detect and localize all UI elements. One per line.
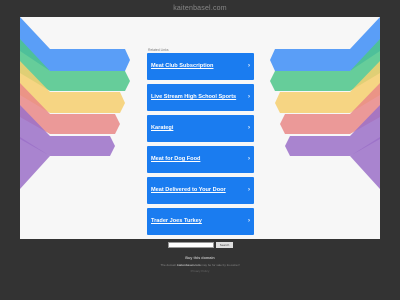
link-meat-delivered-to-your-door[interactable]: Meat Delivered to Your Door ›	[147, 177, 254, 204]
link-label: Meat Club Subscription	[151, 63, 214, 69]
chevron-right-icon: ›	[248, 187, 250, 193]
link-label: Trader Joes Turkey	[151, 218, 202, 224]
buy-domain-text: The domain kaitenbasel.com may be for sa…	[0, 263, 400, 267]
link-label: Karategi	[151, 125, 174, 131]
link-meat-club-subscription[interactable]: Meat Club Subscription ›	[147, 53, 254, 80]
parking-panel: Related Links Meat Club Subscription › L…	[20, 17, 380, 239]
buy-text-after: may be for sale by its owner!	[201, 263, 240, 267]
link-meat-for-dog-food[interactable]: Meat for Dog Food ›	[147, 146, 254, 173]
privacy-policy-link[interactable]: Privacy Policy	[0, 269, 400, 273]
buy-domain-title[interactable]: Buy this domain	[0, 256, 400, 260]
link-live-stream-high-school-sports[interactable]: Live Stream High School Sports ›	[147, 84, 254, 111]
search-input[interactable]	[168, 242, 214, 248]
domain-title: kaitenbasel.com	[173, 5, 227, 12]
chevron-right-icon: ›	[248, 94, 250, 100]
link-label: Live Stream High School Sports	[151, 94, 237, 100]
chevron-right-icon: ›	[248, 218, 250, 224]
link-karategi[interactable]: Karategi ›	[147, 115, 254, 142]
related-links: Related Links Meat Club Subscription › L…	[147, 47, 254, 239]
search-button[interactable]: Search	[216, 242, 233, 248]
link-label: Meat for Dog Food	[151, 156, 201, 162]
buy-domain-name: kaitenbasel.com	[177, 263, 201, 267]
link-label: Meat Delivered to Your Door	[151, 187, 226, 193]
chevron-right-icon: ›	[248, 125, 250, 131]
chevron-right-icon: ›	[248, 156, 250, 162]
buy-text-before: The domain	[160, 263, 177, 267]
link-trader-joes-turkey[interactable]: Trader Joes Turkey ›	[147, 208, 254, 235]
chevron-right-icon: ›	[248, 63, 250, 69]
